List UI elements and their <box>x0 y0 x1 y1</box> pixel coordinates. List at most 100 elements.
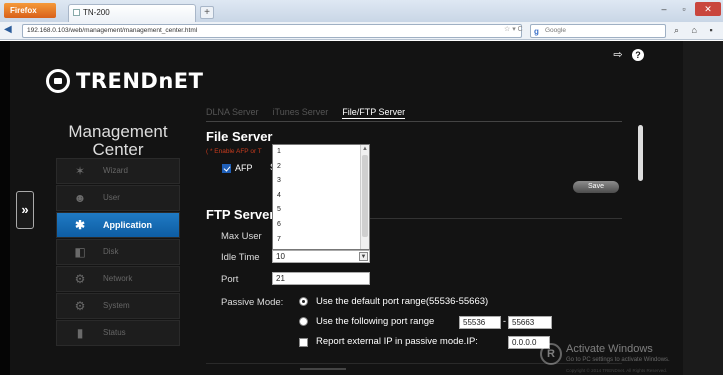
bottom-divider <box>206 363 622 364</box>
sidebar-item-status[interactable]: ▮ Status <box>56 320 180 346</box>
application-icon: ✱ <box>74 218 86 232</box>
scroll-thumb[interactable] <box>362 155 368 237</box>
sidebar-item-disk[interactable]: ◧ Disk <box>56 239 180 265</box>
status-icon: ▮ <box>76 326 84 340</box>
sidebar-item-label: Wizard <box>103 166 128 175</box>
dropdown-option[interactable]: 2 <box>273 160 361 175</box>
copyright-text: Copyright © 2014 TRENDnet. All Rights Re… <box>566 368 668 373</box>
dropdown-option[interactable]: 7 <box>273 233 361 248</box>
logout-icon[interactable]: ⇨ <box>612 49 624 61</box>
afp-checkbox[interactable] <box>222 163 231 173</box>
dropdown-options: 1234567 <box>273 145 361 247</box>
management-center-line1: Management <box>68 122 168 141</box>
page-favicon-icon <box>73 9 80 16</box>
idle-time-dropdown-list[interactable]: 1234567 ▲ <box>272 144 370 250</box>
management-center-line2: Center <box>92 140 144 159</box>
passive-following-label: Use the following port range <box>316 316 435 327</box>
port-label: Port <box>221 274 239 285</box>
sidebar-item-user[interactable]: ☻ User <box>56 185 180 211</box>
port-range-to-input[interactable]: 55663 <box>508 316 552 329</box>
browser-navbar: ◀ 192.168.0.103/web/management/managemen… <box>0 22 723 40</box>
dropdown-option[interactable]: 6 <box>273 218 361 233</box>
panel-scrollbar[interactable] <box>638 125 643 181</box>
dropdown-option[interactable]: 1 <box>273 145 361 160</box>
network-icon: ⚙ <box>74 272 86 286</box>
scroll-up-icon[interactable]: ▲ <box>361 145 369 154</box>
right-edge <box>683 41 723 375</box>
sidebar-item-application[interactable]: ✱ Application <box>56 212 180 238</box>
window-controls: – ▫ ✕ <box>655 2 721 16</box>
trendnet-logo: TRENDnET <box>46 69 203 93</box>
passive-mode-label: Passive Mode: <box>221 297 284 308</box>
ftp-server-title: FTP Server <box>206 207 275 222</box>
trendnet-logo-icon <box>46 69 70 93</box>
sidebar-item-label: Application <box>103 220 152 230</box>
chevron-down-icon[interactable]: ▼ <box>359 252 368 261</box>
report-external-ip-checkbox[interactable] <box>299 338 308 347</box>
sidebar-item-label: System <box>103 301 130 310</box>
firefox-menu-button[interactable]: Firefox <box>4 3 56 18</box>
maximize-button[interactable]: ▫ <box>675 2 693 16</box>
passive-default-radio[interactable] <box>299 297 308 306</box>
afp-option[interactable]: AFP <box>222 163 253 173</box>
enable-note: ( * Enable AFP or T <box>206 148 262 155</box>
dropdown-scrollbar[interactable]: ▲ <box>360 145 369 249</box>
afp-label: AFP <box>235 163 253 173</box>
dropdown-option[interactable]: 3 <box>273 174 361 189</box>
sidebar-item-label: Disk <box>103 247 119 256</box>
tab-dlna-server[interactable]: DLNA Server <box>206 107 259 119</box>
new-tab-button[interactable]: + <box>200 6 214 19</box>
port-range-from-input[interactable]: 55536 <box>459 316 501 329</box>
system-icon: ⚙ <box>74 299 86 313</box>
expand-sidebar-button[interactable]: » <box>16 191 34 229</box>
dropdown-option[interactable]: 4 <box>273 189 361 204</box>
sidebar-item-network[interactable]: ⚙ Network <box>56 266 180 292</box>
back-arrow-icon[interactable]: ◀ <box>4 24 12 35</box>
range-separator: - <box>503 316 506 326</box>
google-icon: g <box>534 27 539 36</box>
tab-itunes-server[interactable]: iTunes Server <box>273 107 329 119</box>
max-user-label: Max User <box>221 231 262 242</box>
management-center-title: Management Center <box>56 123 180 159</box>
sidebar-item-wizard[interactable]: ✶ Wizard <box>56 158 180 184</box>
report-external-ip-label: Report external IP in passive mode.IP: <box>316 336 478 347</box>
left-edge <box>0 41 10 375</box>
passive-following-radio[interactable] <box>299 317 308 326</box>
sidebar-item-label: User <box>103 193 120 202</box>
activate-windows-subtitle: Go to PC settings to activate Windows. <box>566 357 670 363</box>
tab-file-ftp-server[interactable]: File/FTP Server <box>342 107 406 119</box>
sidebar-item-system[interactable]: ⚙ System <box>56 293 180 319</box>
close-window-button[interactable]: ✕ <box>695 2 721 16</box>
browser-tab-title: TN-200 <box>83 8 110 17</box>
bookmark-reload-icons[interactable]: ☆ ▾ C <box>504 25 523 33</box>
disk-icon: ◧ <box>74 245 86 259</box>
file-server-title: File Server <box>206 129 273 144</box>
server-tabs: DLNA Server iTunes Server File/FTP Serve… <box>206 107 406 119</box>
activate-windows-title: Activate Windows <box>566 343 653 355</box>
browser-titlebar: Firefox TN-200 + – ▫ ✕ <box>0 0 723 22</box>
idle-time-select[interactable]: 10 ▼ <box>272 250 370 263</box>
idle-time-value: 10 <box>276 252 285 261</box>
search-input[interactable]: g Google <box>530 24 666 38</box>
screen: Firefox TN-200 + – ▫ ✕ ◀ 192.168.0.103/w… <box>0 0 723 375</box>
sidebar-item-label: Network <box>103 274 133 283</box>
help-icon[interactable]: ? <box>632 49 644 61</box>
browser-tab[interactable]: TN-200 <box>68 4 196 22</box>
idle-time-label: Idle Time <box>221 252 260 263</box>
watermark-logo-icon: R <box>540 343 562 365</box>
tab-divider <box>206 121 622 122</box>
minimize-button[interactable]: – <box>655 2 673 16</box>
port-input[interactable]: 21 <box>272 272 370 285</box>
toolbar-icons[interactable]: ⌕ ⌂ ▪ <box>674 25 718 36</box>
web-page: ⇨ ? TRENDnET » Management Center ✶ Wizar… <box>0 41 723 375</box>
wand-icon: ✶ <box>74 164 86 178</box>
dropdown-option[interactable]: 5 <box>273 203 361 218</box>
user-icon: ☻ <box>73 191 87 205</box>
passive-default-label: Use the default port range(55536-55663) <box>316 296 489 307</box>
sidebar: ✶ Wizard ☻ User ✱ Application ◧ Disk ⚙ N… <box>56 158 180 347</box>
logo-text: TRENDnET <box>76 69 204 93</box>
address-bar[interactable]: 192.168.0.103/web/management/management_… <box>22 24 522 38</box>
save-button[interactable]: Save <box>573 181 619 193</box>
bottom-button[interactable] <box>300 368 346 370</box>
header-icons: ⇨ ? <box>612 49 644 61</box>
